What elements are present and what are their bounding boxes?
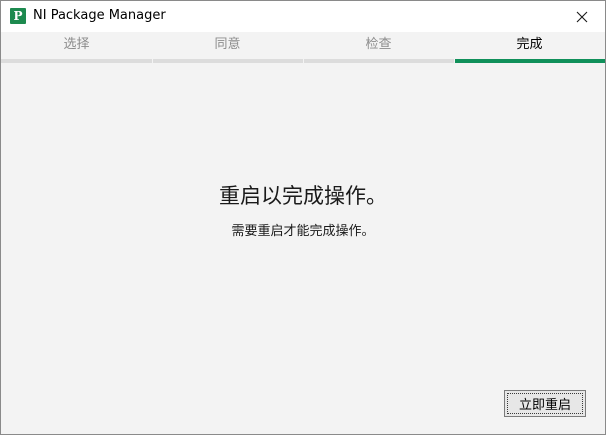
tab-agree-label: 同意 (214, 37, 241, 52)
close-button[interactable] (559, 1, 605, 32)
restart-message: 需要重启才能完成操作。 (231, 224, 375, 239)
tab-review[interactable]: 检查 (303, 32, 454, 63)
main-content: 重启以完成操作。 需要重启才能完成操作。 立即重启 (1, 63, 605, 434)
ni-package-manager-logo-icon: P (10, 8, 26, 24)
app-window: P NI Package Manager 选择 同意 检查 完成 重启以完成操作… (0, 0, 606, 435)
close-icon (576, 11, 588, 22)
window-title: NI Package Manager (33, 8, 166, 23)
wizard-steps: 选择 同意 检查 完成 (1, 32, 605, 63)
restart-now-button[interactable]: 立即重启 (504, 390, 586, 417)
tab-agree[interactable]: 同意 (152, 32, 303, 63)
tab-review-label: 检查 (365, 37, 392, 52)
title-bar: P NI Package Manager (1, 1, 605, 32)
tab-select-label: 选择 (63, 37, 90, 52)
tab-select[interactable]: 选择 (1, 32, 152, 63)
restart-heading: 重启以完成操作。 (219, 184, 387, 208)
tab-finish[interactable]: 完成 (454, 32, 605, 63)
tab-finish-label: 完成 (516, 37, 543, 52)
